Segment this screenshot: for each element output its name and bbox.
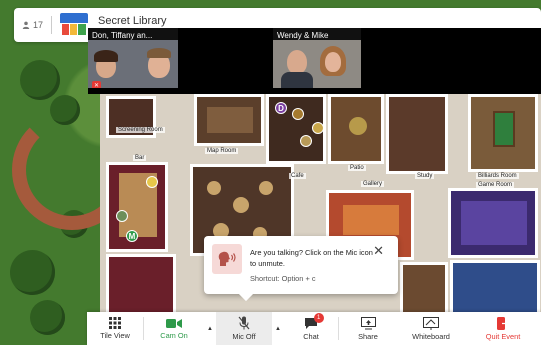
- participant-face: [287, 50, 307, 74]
- avatar-user[interactable]: [312, 122, 324, 134]
- room-label-billiards-room: Billiards Room: [476, 173, 519, 179]
- close-icon[interactable]: ✕: [373, 243, 384, 259]
- avatar-user[interactable]: [300, 135, 312, 147]
- grid-icon: [109, 317, 121, 329]
- screen-share-icon: [360, 316, 376, 329]
- unmute-reminder-toast: Are you talking? Click on the Mic icon t…: [204, 236, 398, 302]
- avatar-user[interactable]: [146, 176, 158, 188]
- avatar-d[interactable]: D: [275, 102, 287, 114]
- garden-bush: [30, 300, 65, 335]
- room-label-patio: Patio: [348, 165, 366, 171]
- toast-message: Are you talking? Click on the Mic icon t…: [250, 248, 373, 268]
- lounge-blue[interactable]: [450, 260, 540, 320]
- tile-view-button[interactable]: Tile View: [87, 312, 143, 345]
- participant-face: [325, 52, 341, 72]
- video-strip: Don, Tiffany an... ✕ Wendy & Mike: [88, 28, 541, 94]
- mic-off-label: Mic Off: [232, 332, 256, 341]
- avatar-m[interactable]: M: [126, 230, 138, 242]
- billiards-room[interactable]: [468, 94, 538, 172]
- avatar-user[interactable]: [116, 210, 128, 222]
- mic-off-icon: [238, 316, 250, 330]
- participant-hair: [94, 50, 118, 62]
- chat-unread-badge: 1: [313, 313, 324, 323]
- tile-view-label: Tile View: [100, 331, 130, 340]
- event-logo: [60, 13, 89, 37]
- whiteboard-label: Whiteboard: [412, 331, 450, 341]
- room-label-screening-room: Screening Room: [116, 127, 165, 133]
- cam-on-button[interactable]: Cam On: [144, 312, 204, 345]
- camera-icon: [166, 318, 182, 328]
- quit-event-button[interactable]: Quit Event: [465, 312, 541, 345]
- room-label-study: Study: [415, 173, 435, 179]
- participant-count[interactable]: 17: [14, 16, 53, 34]
- chat-label: Chat: [303, 331, 319, 341]
- patio[interactable]: [328, 94, 384, 164]
- event-title: Secret Library: [98, 15, 167, 27]
- participant-hair: [147, 48, 171, 58]
- participant-count-value: 17: [33, 20, 44, 30]
- study[interactable]: [386, 94, 448, 174]
- share-button[interactable]: Share: [339, 312, 397, 345]
- room-label-gallery: Gallery: [361, 181, 385, 187]
- lower-room[interactable]: [106, 254, 176, 320]
- participant-body: [281, 72, 313, 88]
- person-icon: [22, 21, 30, 29]
- room-label-bar: Bar: [133, 155, 147, 161]
- avatar-user[interactable]: [292, 108, 304, 120]
- whiteboard-button[interactable]: Whiteboard: [397, 312, 465, 345]
- video-tile[interactable]: Don, Tiffany an... ✕: [88, 28, 178, 88]
- video-tile[interactable]: Wendy & Mike: [273, 28, 361, 88]
- room-label-game-room: Game Room: [476, 182, 515, 188]
- game-room[interactable]: [448, 188, 538, 258]
- exit-icon: [497, 316, 509, 330]
- mic-off-button[interactable]: Mic Off: [216, 312, 272, 345]
- speaking-head-icon: [212, 244, 242, 274]
- room-label-map-room: Map Room: [205, 148, 239, 154]
- garden-bush: [20, 60, 60, 100]
- mic-muted-icon: ✕: [92, 81, 101, 88]
- meeting-toolbar: Tile View Cam On ▲ Mic Off ▲ 1 Chat Shar…: [87, 312, 541, 345]
- share-label: Share: [358, 331, 378, 341]
- camera-options-caret[interactable]: ▲: [204, 312, 216, 345]
- map-room[interactable]: [194, 94, 264, 146]
- room-label-cafe: Cafe: [289, 173, 306, 179]
- mic-options-caret[interactable]: ▲: [272, 312, 284, 345]
- quit-event-label: Quit Event: [485, 331, 521, 341]
- video-tile-name: Wendy & Mike: [277, 31, 329, 40]
- chat-button[interactable]: 1 Chat: [284, 312, 338, 345]
- video-tile-name: Don, Tiffany an...: [92, 31, 153, 40]
- garden-bush: [10, 250, 55, 295]
- toast-shortcut: Shortcut: Option + c: [250, 274, 316, 283]
- whiteboard-icon: [423, 316, 439, 330]
- cam-on-label: Cam On: [160, 330, 188, 340]
